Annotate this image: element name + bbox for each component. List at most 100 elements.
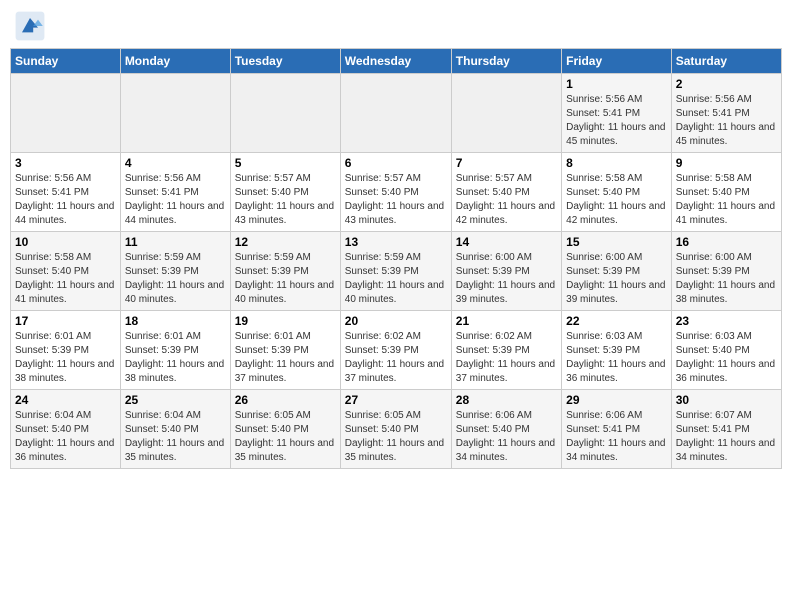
calendar-cell xyxy=(230,74,340,153)
day-number: 16 xyxy=(676,235,777,249)
day-info: Sunrise: 5:59 AM Sunset: 5:39 PM Dayligh… xyxy=(125,251,226,307)
calendar-cell: 20 Sunrise: 6:02 AM Sunset: 5:39 PM Dayli… xyxy=(340,311,451,390)
calendar-cell: 21Sunrise: 6:02 AM Sunset: 5:39 PM Dayli… xyxy=(451,311,561,390)
day-info: Sunrise: 6:00 AM Sunset: 5:39 PM Dayligh… xyxy=(566,251,667,307)
calendar-row: 3 Sunrise: 5:56 AM Sunset: 5:41 PM Daylig… xyxy=(11,153,782,232)
calendar-row: 17 Sunrise: 6:01 AM Sunset: 5:39 PM Dayli… xyxy=(11,311,782,390)
day-number: 6 xyxy=(345,156,447,170)
day-info: Sunrise: 6:03 AM Sunset: 5:39 PM Dayligh… xyxy=(566,330,667,386)
day-info: Sunrise: 5:59 AM Sunset: 5:39 PM Dayligh… xyxy=(345,251,447,307)
day-number: 18 xyxy=(125,314,226,328)
day-info: Sunrise: 5:57 AM Sunset: 5:40 PM Dayligh… xyxy=(345,172,447,228)
calendar-cell: 22 Sunrise: 6:03 AM Sunset: 5:39 PM Dayli… xyxy=(562,311,672,390)
day-info: Sunrise: 6:06 AM Sunset: 5:41 PM Dayligh… xyxy=(566,409,667,465)
calendar-cell xyxy=(120,74,230,153)
day-number: 19 xyxy=(235,314,336,328)
calendar-cell: 15 Sunrise: 6:00 AM Sunset: 5:39 PM Dayli… xyxy=(562,232,672,311)
day-number: 23 xyxy=(676,314,777,328)
header-wednesday: Wednesday xyxy=(340,49,451,74)
day-info: Sunrise: 6:01 AM Sunset: 5:39 PM Dayligh… xyxy=(15,330,116,386)
calendar-body: 1 Sunrise: 5:56 AM Sunset: 5:41 PM Daylig… xyxy=(11,74,782,469)
calendar-cell: 16 Sunrise: 6:00 AM Sunset: 5:39 PM Dayli… xyxy=(671,232,781,311)
calendar-cell: 17 Sunrise: 6:01 AM Sunset: 5:39 PM Dayli… xyxy=(11,311,121,390)
day-info: Sunrise: 6:04 AM Sunset: 5:40 PM Dayligh… xyxy=(15,409,116,465)
day-info: Sunrise: 5:56 AM Sunset: 5:41 PM Dayligh… xyxy=(125,172,226,228)
day-info: Sunrise: 5:58 AM Sunset: 5:40 PM Dayligh… xyxy=(566,172,667,228)
day-info: Sunrise: 6:05 AM Sunset: 5:40 PM Dayligh… xyxy=(235,409,336,465)
calendar-cell: 11 Sunrise: 5:59 AM Sunset: 5:39 PM Dayli… xyxy=(120,232,230,311)
calendar-cell: 18 Sunrise: 6:01 AM Sunset: 5:39 PM Dayli… xyxy=(120,311,230,390)
day-info: Sunrise: 5:56 AM Sunset: 5:41 PM Dayligh… xyxy=(676,93,777,149)
day-info: Sunrise: 6:00 AM Sunset: 5:39 PM Dayligh… xyxy=(456,251,557,307)
calendar-cell: 29 Sunrise: 6:06 AM Sunset: 5:41 PM Dayli… xyxy=(562,390,672,469)
day-number: 27 xyxy=(345,393,447,407)
header-saturday: Saturday xyxy=(671,49,781,74)
day-info: Sunrise: 5:57 AM Sunset: 5:40 PM Dayligh… xyxy=(235,172,336,228)
calendar-cell: 6 Sunrise: 5:57 AM Sunset: 5:40 PM Daylig… xyxy=(340,153,451,232)
day-number: 17 xyxy=(15,314,116,328)
day-number: 24 xyxy=(15,393,116,407)
day-number: 8 xyxy=(566,156,667,170)
day-info: Sunrise: 5:58 AM Sunset: 5:40 PM Dayligh… xyxy=(15,251,116,307)
calendar-row: 10 Sunrise: 5:58 AM Sunset: 5:40 PM Dayli… xyxy=(11,232,782,311)
day-number: 11 xyxy=(125,235,226,249)
calendar-cell: 30Sunrise: 6:07 AM Sunset: 5:41 PM Dayli… xyxy=(671,390,781,469)
day-info: Sunrise: 6:05 AM Sunset: 5:40 PM Dayligh… xyxy=(345,409,447,465)
day-number: 21 xyxy=(456,314,557,328)
calendar-cell xyxy=(340,74,451,153)
day-info: Sunrise: 6:01 AM Sunset: 5:39 PM Dayligh… xyxy=(125,330,226,386)
header-row: SundayMondayTuesdayWednesdayThursdayFrid… xyxy=(11,49,782,74)
calendar-cell xyxy=(451,74,561,153)
day-number: 12 xyxy=(235,235,336,249)
day-info: Sunrise: 6:00 AM Sunset: 5:39 PM Dayligh… xyxy=(676,251,777,307)
day-number: 5 xyxy=(235,156,336,170)
day-number: 3 xyxy=(15,156,116,170)
day-info: Sunrise: 6:07 AM Sunset: 5:41 PM Dayligh… xyxy=(676,409,777,465)
day-info: Sunrise: 6:04 AM Sunset: 5:40 PM Dayligh… xyxy=(125,409,226,465)
day-number: 14 xyxy=(456,235,557,249)
calendar-cell: 7Sunrise: 5:57 AM Sunset: 5:40 PM Daylig… xyxy=(451,153,561,232)
calendar-cell: 26 Sunrise: 6:05 AM Sunset: 5:40 PM Dayli… xyxy=(230,390,340,469)
day-number: 10 xyxy=(15,235,116,249)
logo xyxy=(14,10,50,42)
calendar-cell: 14 Sunrise: 6:00 AM Sunset: 5:39 PM Dayli… xyxy=(451,232,561,311)
calendar-cell: 24 Sunrise: 6:04 AM Sunset: 5:40 PM Dayli… xyxy=(11,390,121,469)
calendar-cell: 1 Sunrise: 5:56 AM Sunset: 5:41 PM Daylig… xyxy=(562,74,672,153)
day-info: Sunrise: 5:56 AM Sunset: 5:41 PM Dayligh… xyxy=(566,93,667,149)
calendar-row: 24 Sunrise: 6:04 AM Sunset: 5:40 PM Dayli… xyxy=(11,390,782,469)
calendar-cell xyxy=(11,74,121,153)
calendar-cell: 13 Sunrise: 5:59 AM Sunset: 5:39 PM Dayli… xyxy=(340,232,451,311)
calendar-cell: 19 Sunrise: 6:01 AM Sunset: 5:39 PM Dayli… xyxy=(230,311,340,390)
day-info: Sunrise: 6:03 AM Sunset: 5:40 PM Dayligh… xyxy=(676,330,777,386)
calendar-cell: 2 Sunrise: 5:56 AM Sunset: 5:41 PM Daylig… xyxy=(671,74,781,153)
day-number: 1 xyxy=(566,77,667,91)
calendar-cell: 12Sunrise: 5:59 AM Sunset: 5:39 PM Dayli… xyxy=(230,232,340,311)
day-number: 2 xyxy=(676,77,777,91)
page-header xyxy=(10,10,782,42)
day-number: 9 xyxy=(676,156,777,170)
day-number: 15 xyxy=(566,235,667,249)
header-sunday: Sunday xyxy=(11,49,121,74)
header-monday: Monday xyxy=(120,49,230,74)
calendar-cell: 23 Sunrise: 6:03 AM Sunset: 5:40 PM Dayli… xyxy=(671,311,781,390)
calendar-cell: 8 Sunrise: 5:58 AM Sunset: 5:40 PM Daylig… xyxy=(562,153,672,232)
day-number: 13 xyxy=(345,235,447,249)
day-number: 20 xyxy=(345,314,447,328)
calendar-cell: 5 Sunrise: 5:57 AM Sunset: 5:40 PM Daylig… xyxy=(230,153,340,232)
day-info: Sunrise: 5:56 AM Sunset: 5:41 PM Dayligh… xyxy=(15,172,116,228)
day-number: 4 xyxy=(125,156,226,170)
calendar-cell: 25Sunrise: 6:04 AM Sunset: 5:40 PM Dayli… xyxy=(120,390,230,469)
calendar-cell: 28Sunrise: 6:06 AM Sunset: 5:40 PM Dayli… xyxy=(451,390,561,469)
calendar-cell: 10 Sunrise: 5:58 AM Sunset: 5:40 PM Dayli… xyxy=(11,232,121,311)
day-info: Sunrise: 6:02 AM Sunset: 5:39 PM Dayligh… xyxy=(345,330,447,386)
day-number: 29 xyxy=(566,393,667,407)
day-number: 22 xyxy=(566,314,667,328)
header-thursday: Thursday xyxy=(451,49,561,74)
header-friday: Friday xyxy=(562,49,672,74)
day-number: 28 xyxy=(456,393,557,407)
day-number: 26 xyxy=(235,393,336,407)
day-info: Sunrise: 5:57 AM Sunset: 5:40 PM Dayligh… xyxy=(456,172,557,228)
logo-icon xyxy=(14,10,46,42)
calendar-cell: 4 Sunrise: 5:56 AM Sunset: 5:41 PM Daylig… xyxy=(120,153,230,232)
day-info: Sunrise: 6:01 AM Sunset: 5:39 PM Dayligh… xyxy=(235,330,336,386)
